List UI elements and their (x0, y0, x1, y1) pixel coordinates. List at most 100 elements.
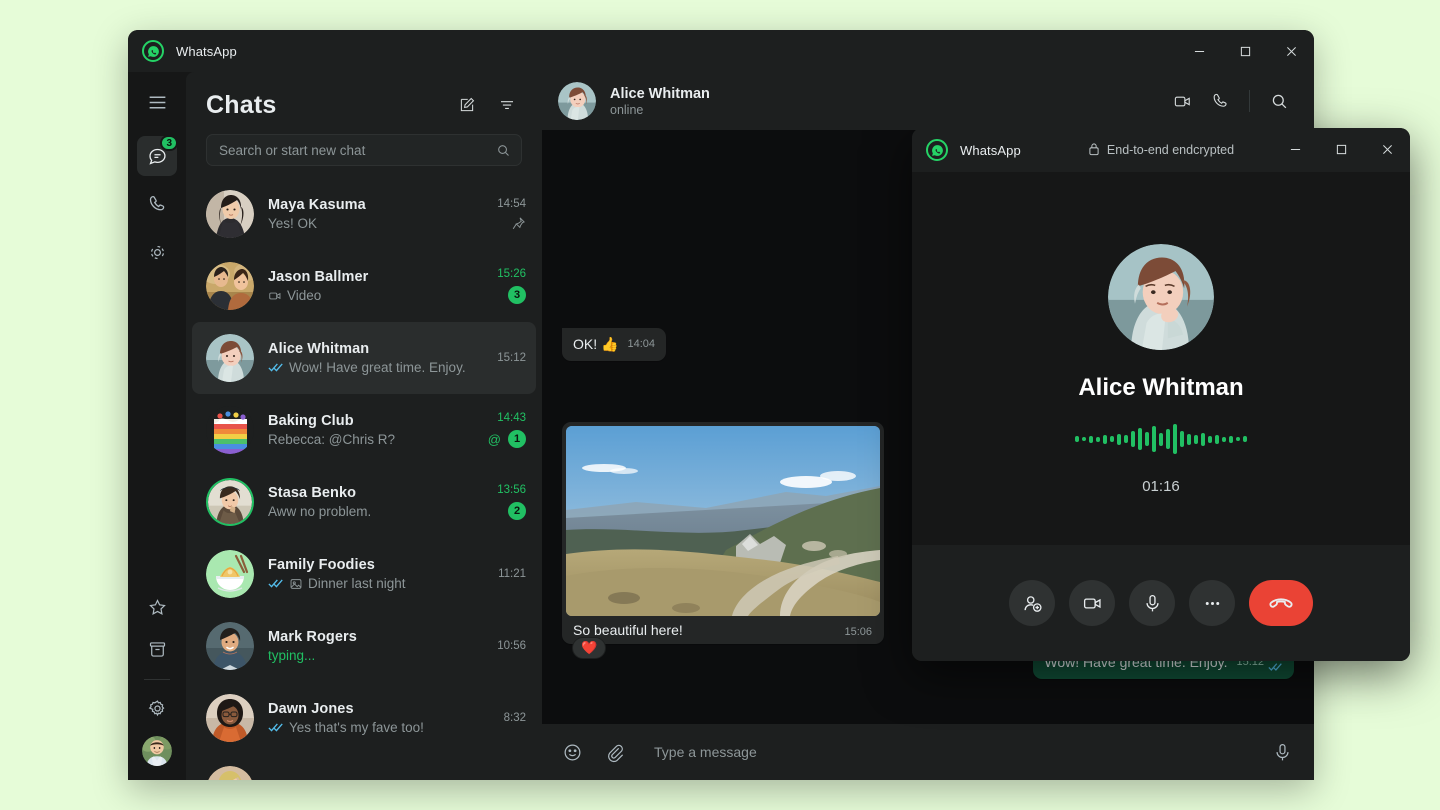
message-reaction[interactable]: ❤️ (572, 637, 606, 659)
avatar[interactable] (206, 406, 254, 454)
chat-item-preview: Video (268, 288, 486, 303)
call-maximize-button[interactable] (1318, 128, 1364, 170)
chat-item-preview-text: Video (287, 288, 321, 303)
avatar[interactable] (206, 550, 254, 598)
message-time: 15:06 (844, 626, 872, 638)
message-bubble-incoming[interactable]: OK! 👍 14:04 (562, 328, 666, 361)
search-box[interactable] (206, 134, 522, 166)
waveform-bar (1236, 437, 1240, 441)
chat-list-item[interactable]: Jason Ballmer Video15:263 (192, 250, 536, 322)
conversation-contact-name: Alice Whitman (610, 86, 1165, 102)
video-toggle-button[interactable] (1069, 580, 1115, 626)
call-contact-name: Alice Whitman (1078, 374, 1243, 402)
chat-item-preview: Rebecca: @Chris R? (268, 432, 486, 447)
waveform-bar (1096, 437, 1100, 442)
header-divider (1249, 90, 1250, 112)
rail-divider (144, 679, 170, 680)
read-receipt-icon (268, 362, 284, 373)
avatar[interactable] (206, 334, 254, 382)
chat-item-name: Mark Rogers (268, 629, 486, 645)
encryption-text: End-to-end endcrypted (1107, 143, 1234, 157)
minimize-button[interactable] (1176, 30, 1222, 72)
message-composer (542, 724, 1314, 780)
chat-list-item[interactable]: Maya KasumaYes! OK14:54 (192, 178, 536, 250)
chat-item-time: 13:56 (497, 484, 526, 496)
maximize-button[interactable] (1222, 30, 1268, 72)
call-duration: 01:16 (1142, 478, 1180, 495)
message-input[interactable] (654, 744, 1254, 760)
window-title-bar: WhatsApp (128, 30, 1314, 72)
chat-item-flags: 2 (508, 502, 526, 520)
chat-item-name: Baking Club (268, 413, 486, 429)
chat-item-preview: typing... (268, 648, 486, 663)
close-button[interactable] (1268, 30, 1314, 72)
sidebar-item-chats[interactable]: 3 (137, 136, 177, 176)
add-participant-button[interactable] (1009, 580, 1055, 626)
avatar[interactable] (206, 694, 254, 742)
new-chat-button[interactable] (452, 90, 482, 120)
chat-list-item[interactable]: Family Foodies Dinner last night11:21 (192, 538, 536, 610)
waveform-bar (1117, 434, 1121, 445)
message-bubble-image[interactable]: So beautiful here! 15:06 ❤️ (562, 422, 884, 644)
chat-list-header: Chats (186, 72, 542, 126)
chat-list-item[interactable]: Stasa BenkoAww no problem.13:562 (192, 466, 536, 538)
waveform-bar (1089, 436, 1093, 443)
call-minimize-button[interactable] (1272, 128, 1318, 170)
attach-button[interactable] (600, 738, 628, 766)
avatar[interactable] (206, 262, 254, 310)
video-call-button[interactable] (1165, 84, 1199, 118)
call-close-button[interactable] (1364, 128, 1410, 170)
message-time: 14:04 (627, 335, 655, 354)
chat-item-preview: Dinner last night (268, 576, 486, 591)
avatar[interactable] (206, 190, 254, 238)
sidebar-item-status[interactable] (137, 232, 177, 272)
waveform-bar (1075, 436, 1079, 442)
chat-item-name: Jason Ballmer (268, 269, 486, 285)
emoji-button[interactable] (558, 738, 586, 766)
sidebar-item-starred[interactable] (137, 587, 177, 627)
chat-item-name: Maya Kasuma (268, 197, 486, 213)
avatar[interactable] (208, 480, 252, 524)
chat-item-flags (511, 216, 526, 231)
conversation-header[interactable]: Alice Whitman online (542, 72, 1314, 130)
avatar[interactable] (206, 766, 254, 780)
menu-button[interactable] (137, 82, 177, 122)
search-icon (496, 143, 511, 158)
page-title: Chats (206, 91, 276, 120)
chat-item-preview: Yes! OK (268, 216, 486, 231)
waveform-bar (1173, 424, 1177, 454)
sidebar-item-settings[interactable] (137, 688, 177, 728)
voice-call-button[interactable] (1203, 84, 1237, 118)
chat-list-item[interactable]: Mark Rogerstyping...10:56 (192, 610, 536, 682)
more-options-button[interactable] (1189, 580, 1235, 626)
whatsapp-logo-icon (142, 40, 164, 62)
chat-list-item[interactable]: Dawn Jones Yes that's my fave too!8:32 (192, 682, 536, 754)
chat-list-item[interactable]: Ziggy Woodley8:12 (192, 754, 536, 780)
chat-item-name: Stasa Benko (268, 485, 486, 501)
avatar[interactable] (206, 622, 254, 670)
window-title: WhatsApp (176, 44, 237, 59)
profile-avatar[interactable] (142, 736, 172, 766)
chat-list-item[interactable]: Baking ClubRebecca: @Chris R?14:43@1 (192, 394, 536, 466)
voice-message-button[interactable] (1268, 738, 1296, 766)
chat-list[interactable]: Maya KasumaYes! OK14:54 Jason Ballmer Vi… (186, 176, 542, 780)
waveform-bar (1152, 426, 1156, 452)
search-input[interactable] (219, 143, 496, 158)
mute-toggle-button[interactable] (1129, 580, 1175, 626)
chat-list-item[interactable]: Alice Whitman Wow! Have great time. Enjo… (192, 322, 536, 394)
contact-avatar[interactable] (558, 82, 596, 120)
sidebar-item-calls[interactable] (137, 184, 177, 224)
filter-chats-button[interactable] (492, 90, 522, 120)
chat-item-preview-text: Yes that's my fave too! (289, 720, 424, 735)
sidebar-item-archived[interactable] (137, 629, 177, 669)
waveform-bar (1229, 436, 1233, 443)
pin-icon (511, 216, 526, 231)
mention-icon: @ (488, 432, 501, 447)
message-photo[interactable] (566, 426, 880, 616)
waveform-bar (1215, 435, 1219, 444)
chat-item-preview-text: Rebecca: @Chris R? (268, 432, 395, 447)
audio-waveform (1075, 422, 1247, 456)
end-call-button[interactable] (1249, 580, 1313, 626)
chat-item-name: Dawn Jones (268, 701, 486, 717)
search-in-chat-button[interactable] (1262, 84, 1296, 118)
